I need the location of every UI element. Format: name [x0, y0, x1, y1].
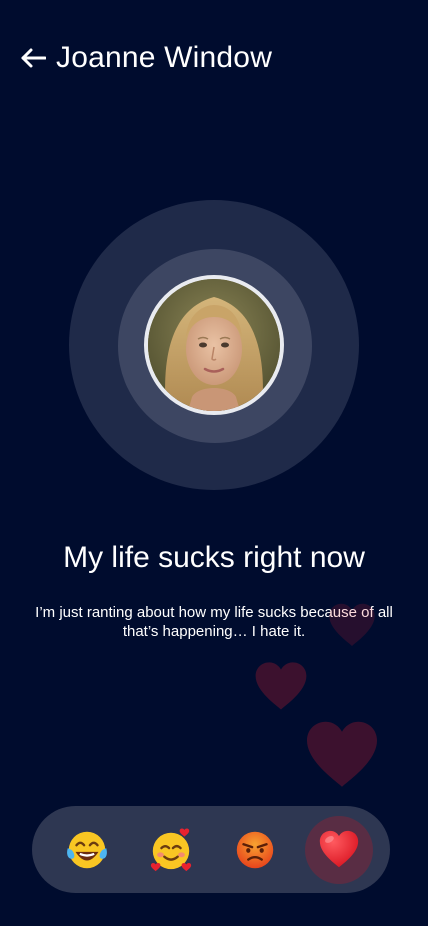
header: Joanne Window — [20, 38, 272, 78]
page-title: Joanne Window — [56, 41, 273, 74]
avatar-photo — [148, 279, 280, 411]
room-title: My life sucks right now — [63, 541, 365, 574]
heart-icon — [255, 662, 307, 710]
angry-face-emoji-icon — [236, 831, 274, 869]
reaction-angry-button[interactable] — [228, 823, 282, 877]
room-description: I’m just ranting about how my life sucks… — [35, 604, 393, 640]
smiling-face-with-hearts-emoji-icon — [150, 828, 192, 872]
heart-icon — [307, 721, 377, 787]
reaction-bar — [32, 806, 390, 893]
reaction-heart-button[interactable] — [305, 816, 373, 884]
reaction-smiling-hearts-button[interactable] — [144, 823, 198, 877]
reaction-tears-of-joy-button[interactable] — [60, 823, 114, 877]
avatar[interactable] — [144, 275, 284, 415]
tears-of-joy-emoji-icon — [67, 831, 107, 869]
red-heart-emoji-icon — [319, 830, 359, 868]
left-arrow-icon[interactable] — [20, 46, 46, 70]
